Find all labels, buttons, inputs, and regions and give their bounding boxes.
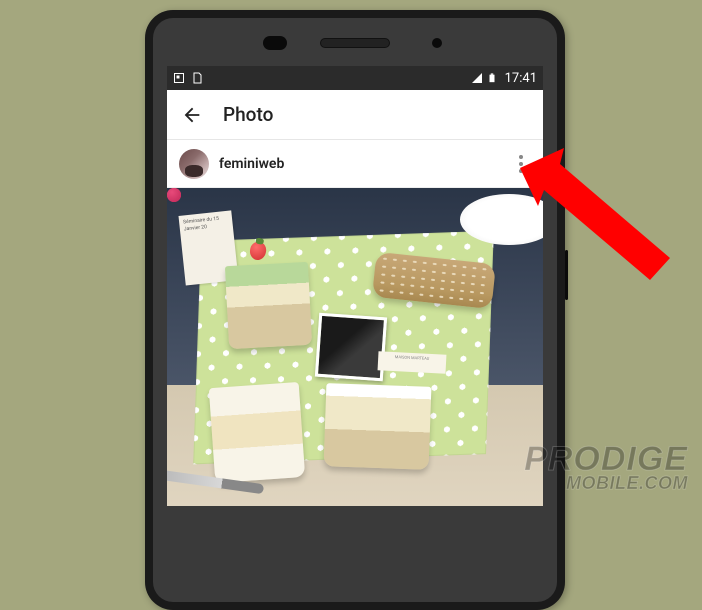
- battery-icon: [487, 71, 497, 85]
- watermark-line1: PRODIGE: [524, 443, 688, 475]
- status-right: 17:41: [471, 71, 537, 86]
- post-header: feminiweb: [167, 140, 543, 188]
- front-camera: [432, 38, 442, 48]
- bakery-label: MAISON MARTEAU: [377, 352, 446, 375]
- status-left: [173, 72, 203, 84]
- username[interactable]: feminiweb: [219, 156, 511, 172]
- avatar[interactable]: [179, 149, 209, 179]
- app-bar: Photo: [167, 90, 543, 140]
- status-bar: 17:41: [167, 66, 543, 90]
- earpiece-speaker: [320, 38, 390, 48]
- signal-icon: [471, 72, 483, 84]
- photo-content: Séminaire du 15 Janvier 20 MAISON MARTEA…: [167, 188, 543, 506]
- screenshot-icon: [173, 72, 185, 84]
- sd-card-icon: [191, 72, 203, 84]
- back-arrow-icon[interactable]: [181, 104, 203, 126]
- clock: 17:41: [505, 71, 537, 86]
- phone-body: 17:41 Photo feminiweb: [153, 18, 557, 602]
- more-options-button[interactable]: [511, 149, 531, 179]
- proximity-sensor: [263, 36, 287, 50]
- post-image[interactable]: Séminaire du 15 Janvier 20 MAISON MARTEA…: [167, 188, 543, 506]
- screen: 17:41 Photo feminiweb: [167, 66, 543, 506]
- power-button: [565, 250, 568, 300]
- page-title: Photo: [223, 103, 273, 126]
- phone-frame: 17:41 Photo feminiweb: [145, 10, 565, 610]
- watermark: PRODIGE MOBILE.COM: [524, 443, 688, 492]
